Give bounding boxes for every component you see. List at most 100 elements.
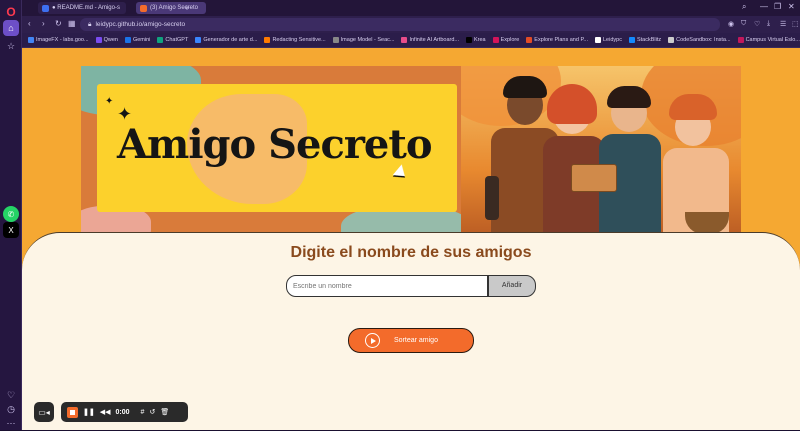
bookmark-item[interactable]: CodeSandbox: Insta...	[668, 37, 731, 43]
grid-icon[interactable]: #	[141, 409, 145, 416]
tab-search-icon[interactable]: ⌕	[742, 2, 746, 12]
bookmark-label: Image Model - Seac...	[340, 37, 395, 43]
draw-friend-button[interactable]: Sortear amigo	[348, 328, 474, 353]
bookmarks-bar: ImageFX - labs.goo... Qwen Gemini ChatGPT Ge…	[22, 33, 800, 48]
close-window-button[interactable]: ✕	[788, 2, 795, 11]
restore-button[interactable]: ❐	[774, 2, 781, 11]
browser-sidebar: O ⌂ ☆ ✆ X ♡ ◷ ···	[0, 0, 22, 430]
recording-time: 0:00	[115, 408, 130, 416]
bookmark-item[interactable]: Explore	[492, 37, 520, 43]
bookmark-favicon-icon	[595, 37, 601, 43]
address-bar-row: ‹ › ↻ ▦ 🔒︎ leidypc.github.io/amigo-secre…	[22, 16, 800, 33]
bookmark-label: Generador de arte d...	[203, 37, 258, 43]
friend-figure	[599, 78, 661, 240]
bookmark-favicon-icon	[124, 37, 131, 43]
url-text: leidypc.github.io/amigo-secreto	[95, 21, 186, 28]
whatsapp-icon[interactable]: ✆	[3, 206, 19, 222]
url-field[interactable]: 🔒︎ leidypc.github.io/amigo-secreto	[80, 18, 720, 31]
minimize-button[interactable]: —	[760, 2, 768, 11]
banner-title: Amigo Secreto	[117, 121, 432, 168]
stop-recording-button[interactable]	[67, 406, 78, 418]
more-icon[interactable]: ···	[3, 415, 19, 431]
bookmark-item[interactable]: Qwen	[95, 37, 118, 43]
bookmark-item[interactable]: Gemini	[124, 37, 150, 43]
bookmark-favicon-icon	[526, 37, 533, 43]
bookmark-item[interactable]: Infinite AI Artboard...	[401, 37, 459, 43]
bookmark-label: CodeSandbox: Insta...	[676, 37, 731, 43]
shield-icon[interactable]: ⛉	[741, 20, 746, 28]
new-tab-button[interactable]: +	[182, 3, 192, 13]
page-favicon-icon	[140, 4, 147, 12]
bookmark-favicon-icon	[668, 37, 675, 43]
beanie	[669, 94, 717, 120]
tab-amigo-secreto[interactable]: (3) Amigo Secreto	[136, 2, 206, 14]
bookmark-label: Explore Plans and P...	[534, 37, 588, 43]
hair	[607, 86, 651, 108]
bookmark-item[interactable]: Redacting Sensitive...	[264, 37, 326, 43]
friend-figure	[543, 80, 605, 240]
bookmark-label: StackBlitz	[636, 37, 662, 43]
extensions-icon[interactable]: ⬚	[792, 20, 799, 28]
friends-illustration	[461, 66, 741, 240]
bookmark-label: ChatGPT	[165, 37, 189, 43]
pause-icon[interactable]: ❚❚	[83, 408, 95, 416]
bookmark-favicon-icon	[28, 37, 34, 43]
rewind-icon[interactable]: ◀◀	[100, 408, 111, 416]
bookmark-favicon-icon	[401, 37, 408, 43]
hair	[503, 76, 547, 98]
bookmark-item[interactable]: ImageFX - labs.goo...	[28, 37, 89, 43]
back-icon[interactable]: ‹	[28, 19, 31, 28]
bookmark-item[interactable]: StackBlitz	[628, 37, 662, 43]
bookmark-item[interactable]: Generador de arte d...	[195, 37, 257, 43]
bookmark-item[interactable]: Explore Plans and P...	[526, 37, 588, 43]
tab-readme[interactable]: ● README.md - Amigo-s	[38, 2, 126, 14]
friend-name-input[interactable]	[286, 275, 488, 297]
banner: ✦ ✦ Amigo Secreto	[81, 66, 741, 240]
bookmark-label: Redacting Sensitive...	[272, 37, 326, 43]
bookmark-item[interactable]: Leidypc	[595, 37, 622, 43]
download-icon[interactable]: ⤓	[767, 20, 770, 28]
play-icon	[365, 333, 380, 348]
recorder-toolbar: ❚❚ ◀◀ 0:00 # ↺ 🗑︎	[61, 402, 188, 422]
heart-bookmark-icon[interactable]: ♡	[754, 20, 760, 28]
restart-icon[interactable]: ↺	[149, 408, 155, 416]
settings-icon[interactable]: ☰	[780, 20, 786, 28]
recorder-camera-button[interactable]: ▭◂	[34, 402, 54, 422]
bookmark-label: Explore	[500, 37, 520, 43]
trash-icon[interactable]: 🗑︎	[160, 408, 169, 416]
video-camera-icon: ▭◂	[38, 407, 50, 417]
bookmark-item[interactable]: Campus Virtual Eslo...	[737, 37, 800, 43]
bookmark-item[interactable]: ChatGPT	[157, 37, 188, 43]
bookmark-favicon-icon	[157, 37, 164, 43]
opera-logo-icon[interactable]: O	[3, 4, 19, 20]
bookmark-favicon-icon	[95, 37, 102, 43]
forward-icon[interactable]: ›	[42, 19, 45, 28]
tab-label: ● README.md - Amigo-s	[52, 5, 120, 11]
bookmark-favicon-icon	[466, 37, 472, 43]
bookmark-label: Infinite AI Artboard...	[409, 37, 459, 43]
bookmark-label: Leidypc	[603, 37, 622, 43]
sparkle-small-icon: ✦	[105, 96, 114, 107]
page-viewport: ✦ ✦ Amigo Secreto Digite el nombre de su…	[22, 48, 800, 430]
x-twitter-icon[interactable]: X	[3, 222, 19, 238]
draw-button-label: Sortear amigo	[394, 337, 438, 344]
bookmark-favicon-icon	[332, 37, 339, 43]
banner-art-left: ✦ ✦ Amigo Secreto	[81, 66, 461, 240]
bookmark-label: ImageFX - labs.goo...	[36, 37, 89, 43]
bookmark-favicon-icon	[737, 37, 744, 43]
bookmark-favicon-icon	[492, 37, 499, 43]
speed-dial-icon[interactable]: ▦	[68, 19, 76, 28]
browser-window: O ⌂ ☆ ✆ X ♡ ◷ ··· ● README.md - Amigo-s …	[0, 0, 800, 430]
hair	[547, 84, 597, 124]
home-icon[interactable]: ⌂	[3, 20, 19, 36]
camera-icon[interactable]: ◉	[728, 20, 734, 28]
bookmark-favicon-icon	[195, 37, 202, 43]
reload-icon[interactable]: ↻	[55, 19, 62, 28]
vscode-favicon-icon	[42, 4, 49, 12]
bookmark-label: Campus Virtual Eslo...	[745, 37, 800, 43]
star-icon[interactable]: ☆	[3, 38, 19, 54]
add-friend-button[interactable]: Añadir	[488, 275, 536, 297]
bookmark-item[interactable]: Image Model - Seac...	[332, 37, 395, 43]
section-heading: Digite el nombre de sus amigos	[290, 244, 532, 261]
bookmark-item[interactable]: Krea	[466, 37, 486, 43]
